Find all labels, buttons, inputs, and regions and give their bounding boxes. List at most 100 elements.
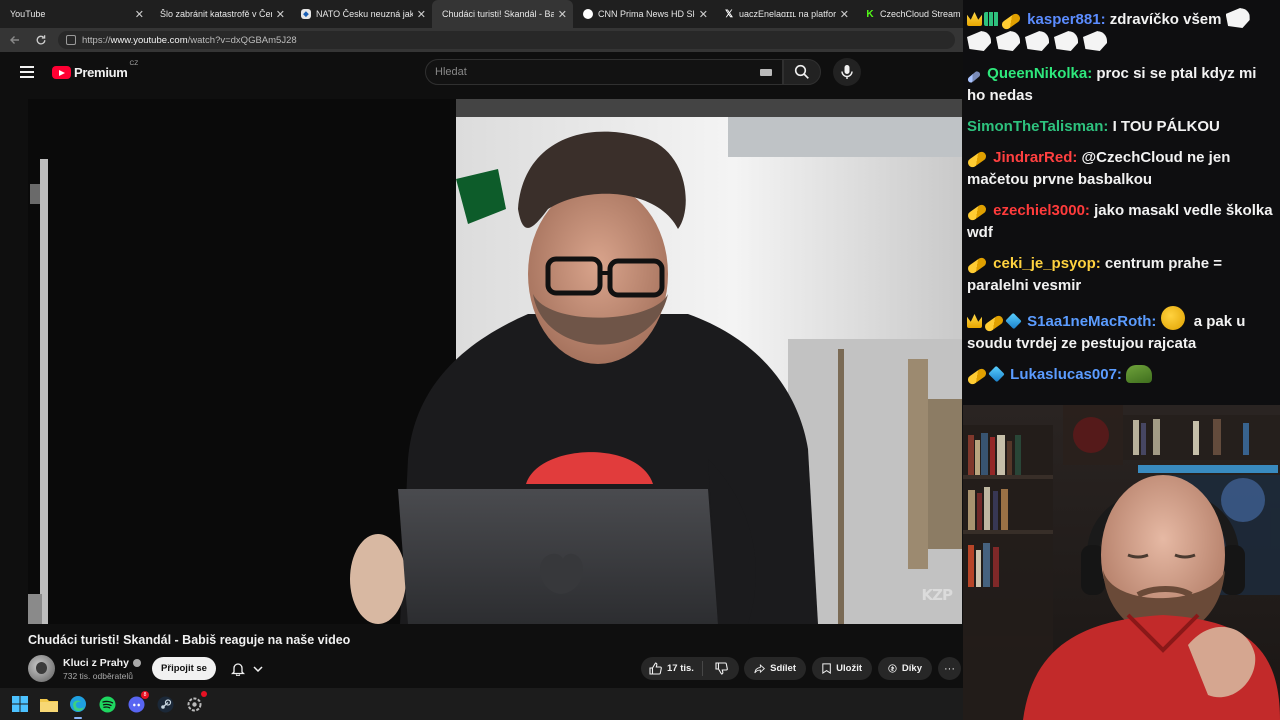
share-label: Sdílet [770,663,796,674]
browser-tab[interactable]: CNN Prima News HD Sleduj ✕ [573,0,714,28]
microphone-button[interactable] [833,58,861,86]
join-button[interactable]: Připojit se [152,657,216,680]
search-placeholder: Hledat [435,66,467,78]
thanks-button[interactable]: Díky [878,657,932,680]
browser-tab[interactable]: K CzechCloud Stream - Wa [855,0,963,28]
chat-username[interactable]: ezechiel3000 [993,202,1085,219]
reload-icon[interactable] [30,29,52,51]
browser-tab[interactable]: ◆ NATO Česku neuzná jako o ✕ [291,0,432,28]
notification-badge: 8 [141,691,149,699]
video-title: Chudáci turisti! Skandál - Babiš reaguje… [28,633,351,647]
gem-badge-icon [988,365,1005,383]
back-arrow-icon[interactable] [4,29,26,51]
youtube-page: Premium CZ Hledat KZP Chudáci turisti! S… [0,52,963,688]
channel-name-row[interactable]: Kluci z Prahy [63,657,141,669]
dislike-button[interactable] [703,662,739,675]
close-icon[interactable]: ✕ [135,8,144,21]
browser-tab-active[interactable]: Chudáci turisti! Skandál - Babi ✕ [432,0,573,28]
browser-tab[interactable]: Šlo zabránit katastrofě v Čern ✕ [150,0,291,28]
crown-badge-icon [967,314,982,328]
stream-chat: kasper881: zdravíčko všem QueenNikolka: … [963,0,1280,405]
video-player[interactable]: KZP [28,99,962,624]
chat-text: zdravíčko všem [1109,11,1222,28]
settings-icon[interactable] [184,691,207,714]
webcam-frame [963,405,1280,720]
windows-start-icon[interactable] [10,694,30,714]
thumb-down-icon [714,662,728,675]
more-actions-button[interactable]: ··· [938,657,961,680]
cnn-icon [583,9,593,19]
crown-badge-icon [967,12,982,26]
emote-icon [1054,31,1078,51]
logo-text: Premium [74,65,128,80]
spotify-icon[interactable] [97,694,117,714]
chat-username[interactable]: SimonTheTalisman [967,118,1103,135]
url-prefix: https:// [82,34,111,46]
save-button[interactable]: Uložit [812,657,872,680]
duck-emote-icon [1160,306,1185,330]
tab-title: CzechCloud Stream - Wa [880,9,963,19]
channel-name[interactable]: Kluci z Prahy [63,657,129,669]
url-field[interactable]: https://www.youtube.com/watch?v=dxQGBAm5… [58,31,955,49]
status-dot [201,691,207,697]
chat-username[interactable]: ceki_je_psyop [993,255,1096,272]
youtube-logo[interactable]: Premium CZ [52,60,138,80]
steam-icon[interactable] [155,694,175,714]
frog-emote-icon [1126,365,1153,383]
share-button[interactable]: Sdílet [744,657,806,680]
like-count: 17 tis. [667,663,694,674]
chat-message: S1aa1neMacRoth: a pak u soudu tvrdej ze … [967,306,1276,355]
menu-icon[interactable] [18,64,36,80]
channel-watermark: KZP [921,586,953,604]
close-icon[interactable]: ✕ [699,8,708,21]
emote-icon [1225,8,1250,28]
channel-avatar[interactable] [28,655,55,682]
chat-message: Lukaslucas007: [966,364,1276,386]
windows-taskbar: 8 [0,688,963,720]
thanks-icon [888,664,897,673]
video-frame [28,99,962,624]
close-icon[interactable]: ✕ [840,8,849,21]
file-explorer-icon[interactable] [39,694,59,714]
thumb-up-icon [649,662,662,675]
subscriber-count: 732 tis. odběratelů [63,670,133,681]
tab-title: YouTube [10,9,46,19]
chat-username[interactable]: QueenNikolka [987,65,1087,82]
channel-owner: Kluci z Prahy 732 tis. odběratelů [28,655,141,682]
chat-username[interactable]: S1aa1neMacRoth [1027,313,1151,330]
close-icon[interactable]: ✕ [558,8,567,21]
pill-badge-icon [966,203,988,222]
like-dislike-group: 17 tis. [641,657,739,680]
search-button[interactable] [783,59,821,85]
discord-icon[interactable]: 8 [126,691,149,714]
verified-icon [132,658,141,667]
screen: YouTube ✕ Šlo zabránit katastrofě v Čern… [0,0,1280,720]
chat-username[interactable]: kasper881 [1027,11,1100,28]
chat-message: ceki_je_psyop: centrum prahe = paralelni… [966,255,1223,294]
chat-message: ezechiel3000: jako masakl vedle školka w… [966,202,1273,241]
browser-tab[interactable]: 𝕏 uaczEnelaɑɪɪʟ na platformě X ✕ [714,0,855,28]
masthead: Premium CZ Hledat [0,52,963,94]
chevron-down-icon [253,665,263,672]
like-button[interactable]: 17 tis. [641,661,703,676]
share-icon [754,663,765,673]
edge-icon[interactable] [68,694,88,719]
search-input[interactable]: Hledat [425,59,783,85]
close-icon[interactable]: ✕ [276,8,285,21]
wand-badge-icon [966,70,982,84]
microphone-icon [841,65,853,79]
keyboard-icon[interactable] [760,69,772,76]
url-path: /watch?v=dxQGBAm5J28 [187,34,297,46]
logo-country: CZ [129,60,139,67]
site-info-icon[interactable] [66,35,76,45]
url-host: www.youtube.com [110,34,188,46]
subscription-bell-button[interactable] [224,657,270,680]
x-icon: 𝕏 [724,8,734,20]
chat-message: kasper881: zdravíčko všem [967,8,1276,54]
chat-username[interactable]: Lukaslucas007 [1010,366,1117,383]
streamer-webcam [963,405,1280,720]
close-icon[interactable]: ✕ [417,8,426,21]
browser-tab[interactable]: YouTube ✕ [0,0,150,28]
chat-username[interactable]: JindrarRed [993,149,1072,166]
tab-title: NATO Česku neuzná jako o [316,9,413,19]
